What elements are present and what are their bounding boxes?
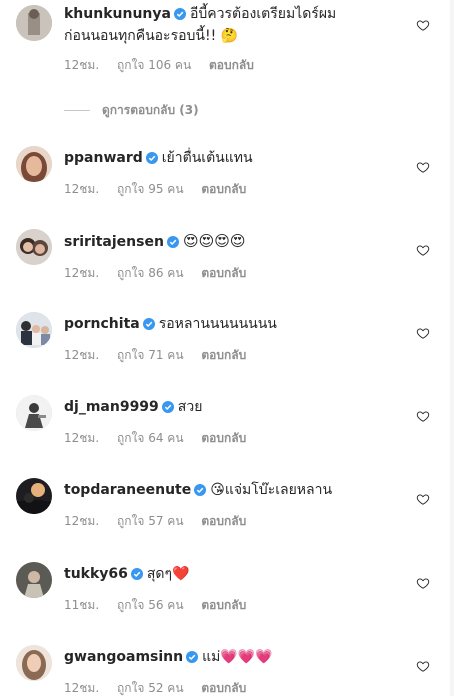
like-count[interactable]: ถูกใจ 86 คน [117, 266, 184, 280]
comment-text: 😘แจ่มโบ๊ะเลยหลาน [210, 482, 333, 498]
heart-icon[interactable] [416, 243, 430, 257]
comment-text: อีบี้ควรต้องเตรียมไดร์ผม [189, 6, 337, 22]
like-count[interactable]: ถูกใจ 64 คน [117, 431, 184, 445]
comment-time: 12ชม. [64, 266, 100, 280]
username[interactable]: topdaraneenute [64, 482, 191, 498]
verified-badge-icon [161, 399, 174, 419]
reply-button[interactable]: ตอบกลับ [201, 514, 246, 528]
like-count[interactable]: ถูกใจ 56 คน [117, 598, 184, 612]
like-count[interactable]: ถูกใจ 57 คน [117, 514, 184, 528]
verified-badge-icon [145, 150, 158, 170]
like-count[interactable]: ถูกใจ 95 คน [117, 182, 184, 196]
like-count[interactable]: ถูกใจ 52 คน [117, 681, 184, 695]
username[interactable]: gwangoamsinn [64, 649, 183, 665]
scroll-edge [450, 0, 454, 696]
avatar[interactable] [16, 146, 52, 182]
comment-time: 12ชม. [64, 348, 100, 362]
view-replies-button[interactable]: ดูการตอบกลับ (3) [64, 101, 199, 120]
avatar[interactable] [16, 478, 52, 514]
username[interactable]: sriritajensen [64, 234, 164, 250]
reply-button[interactable]: ตอบกลับ [201, 348, 246, 362]
verified-badge-icon [166, 234, 179, 254]
comment-text-continued: ก่อนนอนทุกคืนอะรอบนี้!! 🤔 [64, 28, 239, 44]
username[interactable]: ppanward [64, 150, 143, 166]
reply-button[interactable]: ตอบกลับ [201, 598, 246, 612]
verified-badge-icon [130, 566, 143, 586]
replies-divider [64, 110, 90, 111]
reply-button[interactable]: ตอบกลับ [201, 182, 246, 196]
reply-button[interactable]: ตอบกลับ [201, 681, 246, 695]
comment-text: 😍😍😍😍 [182, 232, 246, 250]
heart-icon[interactable] [416, 326, 430, 340]
comment-text: สวย [177, 399, 203, 415]
heart-icon[interactable] [416, 492, 430, 506]
avatar[interactable] [16, 562, 52, 598]
avatar[interactable] [16, 395, 52, 431]
reply-button[interactable]: ตอบกลับ [201, 431, 246, 445]
username[interactable]: tukky66 [64, 566, 128, 582]
comment-text: เย้าตื่นเต้นแทน [161, 150, 253, 166]
username[interactable]: dj_man9999 [64, 399, 159, 415]
comment-text: สุดๆ❤️ [146, 566, 190, 582]
avatar[interactable] [16, 5, 52, 41]
heart-icon[interactable] [416, 160, 430, 174]
username[interactable]: khunkununya [64, 6, 171, 22]
view-replies-label: ดูการตอบกลับ (3) [102, 103, 199, 117]
comment-text: แม่💗💗💗 [202, 649, 273, 665]
like-count[interactable]: ถูกใจ 71 คน [117, 348, 184, 362]
verified-badge-icon [194, 482, 207, 502]
avatar[interactable] [16, 312, 52, 348]
avatar[interactable] [16, 229, 52, 265]
comment-time: 12ชม. [64, 514, 100, 528]
like-count[interactable]: ถูกใจ 106 คน [117, 58, 191, 72]
heart-icon[interactable] [416, 659, 430, 673]
comment-time: 12ชม. [64, 182, 100, 196]
verified-badge-icon [142, 316, 155, 336]
verified-badge-icon [173, 6, 186, 26]
reply-button[interactable]: ตอบกลับ [209, 58, 254, 72]
username[interactable]: pornchita [64, 316, 140, 332]
heart-icon[interactable] [416, 409, 430, 423]
avatar[interactable] [16, 645, 52, 681]
reply-button[interactable]: ตอบกลับ [201, 266, 246, 280]
comment-time: 11ชม. [64, 598, 100, 612]
comment-time: 12ชม. [64, 681, 100, 695]
verified-badge-icon [186, 649, 199, 669]
comment-text: รอหลานนนนนนนน [158, 316, 277, 332]
comment-time: 12ชม. [64, 58, 100, 72]
heart-icon[interactable] [416, 576, 430, 590]
comment-time: 12ชม. [64, 431, 100, 445]
heart-icon[interactable] [416, 18, 430, 32]
